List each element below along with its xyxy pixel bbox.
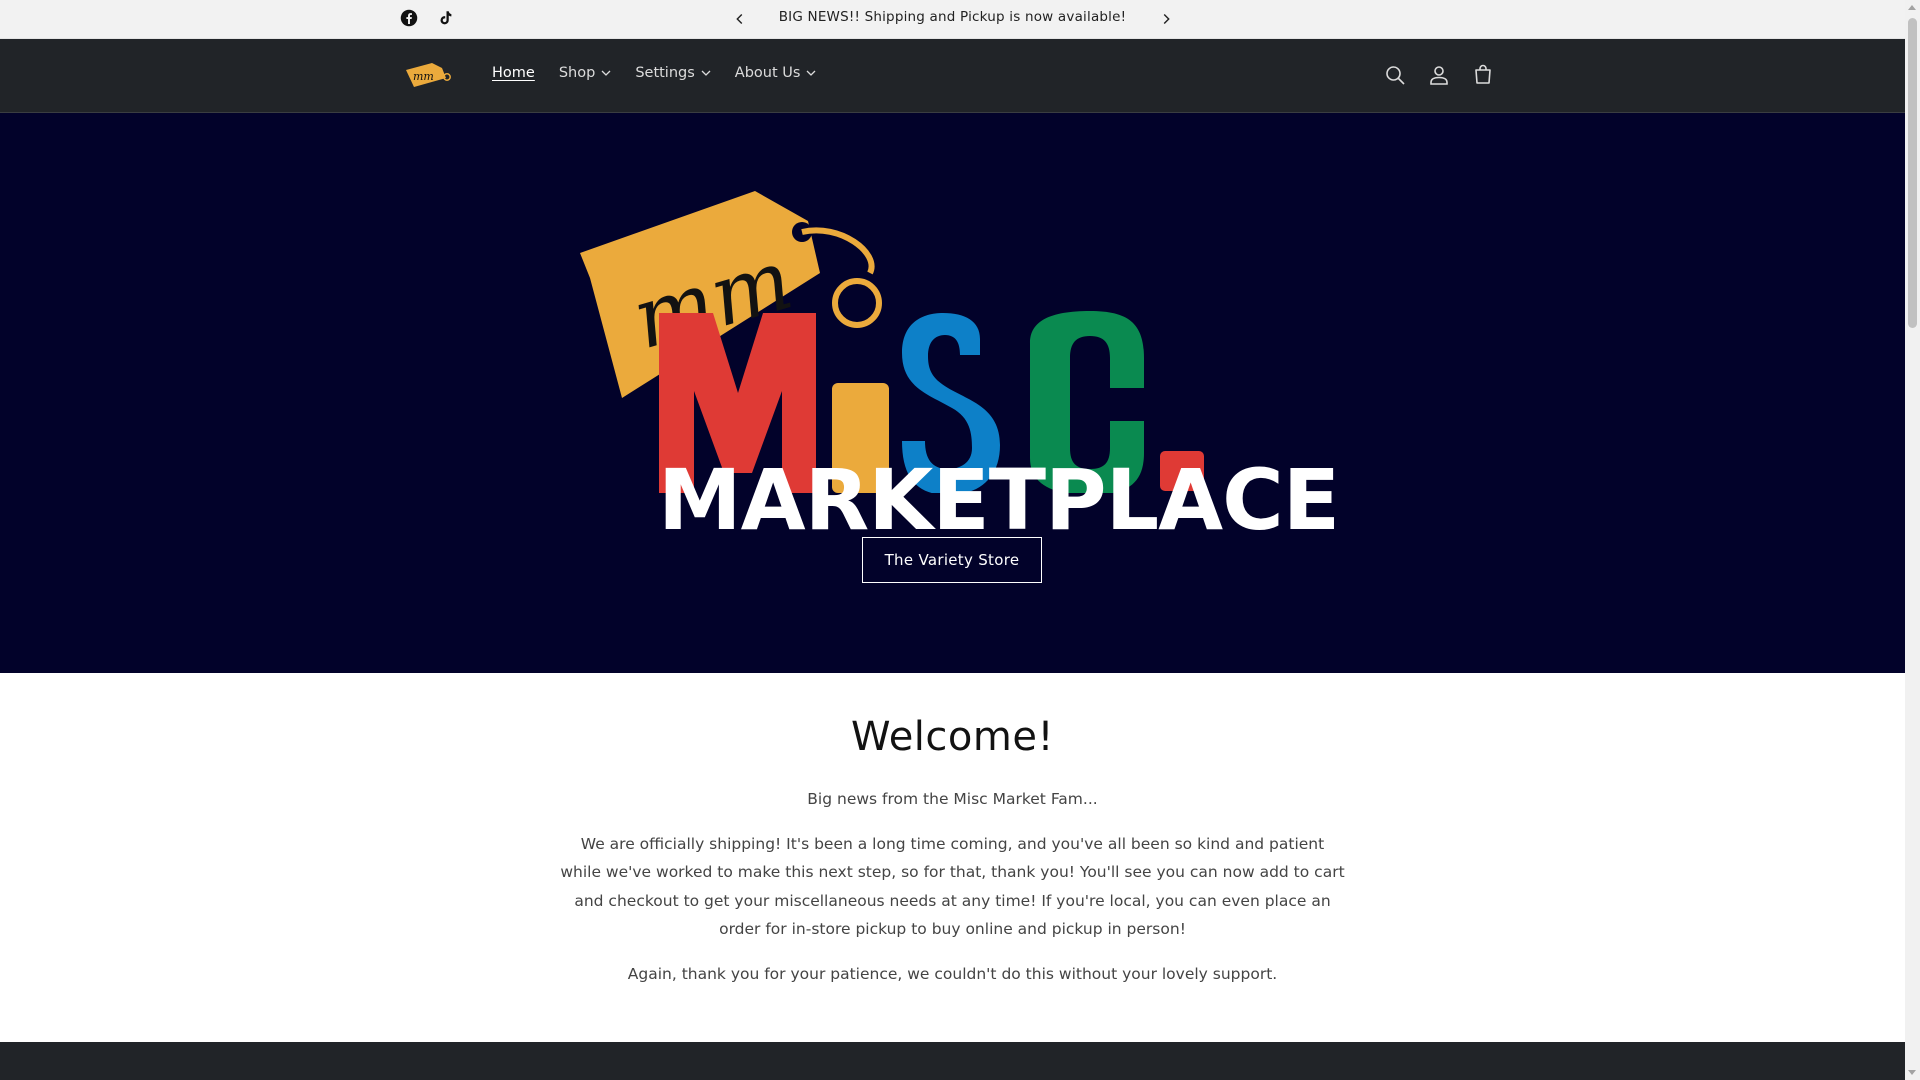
search-icon[interactable] xyxy=(1383,63,1407,87)
chevron-left-icon[interactable] xyxy=(731,10,749,28)
welcome-body: Big news from the Misc Market Fam... We … xyxy=(560,785,1345,1004)
hero-wordmark: MARKETPLACE xyxy=(658,451,1340,549)
chevron-right-icon[interactable] xyxy=(1157,10,1175,28)
cart-icon[interactable] xyxy=(1471,63,1495,87)
misc-marketplace-logo: mm xyxy=(580,191,1204,493)
chevron-down-icon xyxy=(601,70,611,76)
scroll-thumb[interactable] xyxy=(1908,18,1917,328)
announcement-text: BIG NEWS!! Shipping and Pickup is now av… xyxy=(778,9,1127,25)
chevron-down-icon xyxy=(701,70,711,76)
main-nav: Home Shop Settings About Us xyxy=(492,65,816,81)
site-header: mm Home Shop Settings About Us xyxy=(0,39,1905,113)
facebook-icon xyxy=(400,9,418,27)
facebook-link[interactable] xyxy=(400,9,418,27)
header-logo-text: mm xyxy=(413,70,434,83)
footer-strip xyxy=(0,1042,1905,1080)
nav-shop[interactable]: Shop xyxy=(559,65,611,81)
header-actions xyxy=(1383,63,1495,87)
welcome-intro: Big news from the Misc Market Fam... xyxy=(807,790,1098,808)
chevron-down-icon xyxy=(806,70,816,76)
social-links xyxy=(400,9,454,27)
welcome-title: Welcome! xyxy=(850,714,1054,760)
page: BIG NEWS!! Shipping and Pickup is now av… xyxy=(0,0,1905,1080)
nav-home[interactable]: Home xyxy=(492,65,535,81)
header-logo[interactable]: mm xyxy=(402,60,454,94)
page-scrollbar[interactable] xyxy=(1905,0,1920,1080)
tiktok-icon xyxy=(440,11,452,25)
tiktok-link[interactable] xyxy=(436,9,454,27)
scroll-up-arrow-icon[interactable] xyxy=(1908,5,1916,10)
nav-about-us[interactable]: About Us xyxy=(735,65,817,81)
welcome-closing: Again, thank you for your patience, we c… xyxy=(627,964,1278,983)
nav-settings[interactable]: Settings xyxy=(635,65,711,81)
announcement-bar: BIG NEWS!! Shipping and Pickup is now av… xyxy=(0,0,1905,39)
variety-store-button[interactable]: The Variety Store xyxy=(862,537,1042,583)
tag-logo-icon: mm xyxy=(406,63,451,87)
welcome-paragraph: We are officially shipping! It's been a … xyxy=(560,834,1345,939)
scroll-down-arrow-icon[interactable] xyxy=(1908,1070,1916,1075)
account-icon[interactable] xyxy=(1427,63,1451,87)
hero-banner: mm MARKETPLACE The Variety Store xyxy=(0,113,1905,673)
